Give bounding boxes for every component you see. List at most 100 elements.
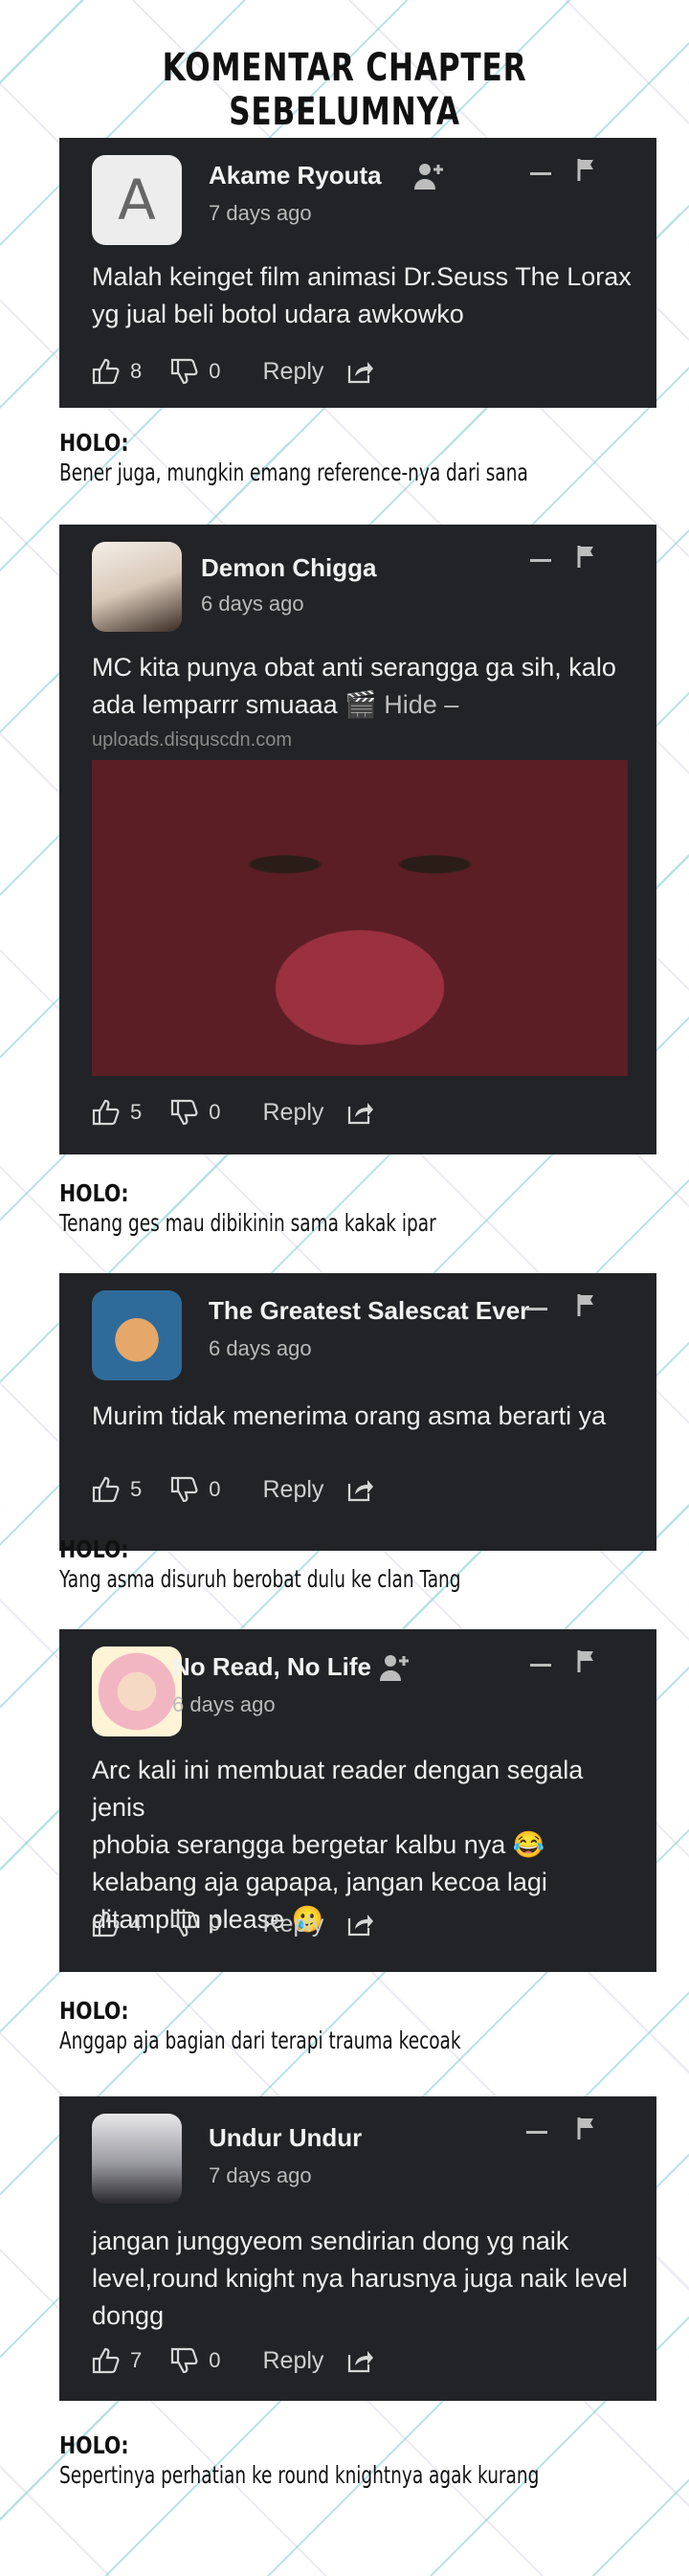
comment-line: MC kita punya obat anti serangga ga sih,…	[92, 653, 616, 682]
upvote-button[interactable]: 5	[92, 1476, 142, 1503]
holo-note: HOLO: Sepertinya perhatian ke round knig…	[59, 2431, 689, 2489]
comment-author[interactable]: The Greatest Salescat Ever	[209, 1296, 529, 1326]
upvote-button[interactable]: 5	[92, 1099, 142, 1126]
collapse-icon[interactable]	[530, 172, 551, 175]
flag-icon[interactable]	[576, 157, 597, 182]
comment-line: Arc kali ini membuat reader dengan segal…	[92, 1756, 584, 1822]
flag-icon[interactable]	[576, 544, 597, 569]
collapse-icon[interactable]	[530, 1664, 551, 1667]
collapse-icon[interactable]	[526, 2131, 547, 2134]
share-icon[interactable]	[346, 1099, 375, 1126]
avatar-letter: A	[118, 168, 156, 233]
comment-line: Murim tidak menerima orang asma berarti …	[92, 1401, 607, 1430]
comment-line: ada lemparrr smuaaa	[92, 690, 338, 719]
comment-timestamp[interactable]: 6 days ago	[209, 1336, 312, 1361]
comment-timestamp[interactable]: 7 days ago	[209, 2163, 312, 2188]
avatar[interactable]	[92, 1290, 182, 1380]
holo-note: HOLO: Anggap aja bagian dari terapi trau…	[59, 1997, 602, 2054]
thumbs-down-icon	[171, 1099, 198, 1126]
holo-text: Tenang ges mau dibikinin sama kakak ipar	[59, 1209, 436, 1237]
thumbs-down-icon	[171, 358, 198, 385]
reply-button[interactable]: Reply	[263, 1099, 324, 1127]
collapse-icon[interactable]	[530, 559, 551, 562]
comment-line: phobia serangga bergetar kalbu nya 😂	[92, 1830, 545, 1859]
holo-text: Sepertinya perhatian ke round knightnya …	[59, 2461, 540, 2489]
downvote-count: 0	[209, 1912, 221, 1936]
comment-line: Malah keinget film animasi Dr.Seuss The …	[92, 262, 632, 291]
upvote-count: 7	[130, 2348, 143, 2372]
upvote-button[interactable]: 4	[92, 1911, 142, 1938]
comment-timestamp[interactable]: 6 days ago	[201, 592, 304, 616]
reply-button[interactable]: Reply	[263, 358, 324, 386]
downvote-button[interactable]: 0	[170, 2347, 221, 2374]
collapse-icon[interactable]	[526, 1308, 547, 1310]
comment-actions: 4 0 Reply	[92, 1907, 375, 1941]
comment-line: dongg	[92, 2301, 165, 2330]
comment-line: level,round knight nya harusnya juga nai…	[92, 2264, 628, 2293]
downvote-count: 0	[209, 1477, 221, 1501]
holo-note: HOLO: Tenang ges mau dibikinin sama kaka…	[59, 1179, 568, 1237]
comment-actions: 7 0 Reply	[92, 2343, 375, 2378]
share-icon[interactable]	[346, 2347, 375, 2374]
comment-card: Undur Undur 7 days ago jangan junggyeom …	[59, 2096, 656, 2401]
comment-actions: 5 0 Reply	[92, 1472, 375, 1507]
reply-button[interactable]: Reply	[263, 1476, 324, 1504]
comment-card: A Akame Ryouta 7 days ago Malah keinget …	[59, 138, 656, 408]
holo-text: Anggap aja bagian dari terapi trauma kec…	[59, 2027, 461, 2054]
follow-user-icon[interactable]	[379, 1652, 411, 1683]
holo-label: HOLO:	[59, 1179, 129, 1207]
comment-text: jangan junggyeom sendirian dong yg naik …	[92, 2223, 637, 2335]
attached-image[interactable]	[92, 760, 628, 1076]
comment-card: Demon Chigga 6 days ago MC kita punya ob…	[59, 525, 656, 1154]
comment-actions: 8 0 Reply	[92, 354, 375, 389]
downvote-button[interactable]: 0	[170, 358, 221, 385]
reply-button[interactable]: Reply	[263, 2347, 324, 2375]
upvote-count: 8	[130, 359, 143, 383]
comment-author[interactable]: Demon Chigga	[201, 553, 376, 583]
avatar[interactable]	[92, 542, 182, 632]
comment-author[interactable]: No Read, No Life	[172, 1652, 371, 1682]
comment-text: Malah keinget film animasi Dr.Seuss The …	[92, 258, 637, 333]
page-title: KOMENTAR CHAPTER SEBELUMNYA	[162, 46, 527, 134]
comment-line-with-hide: ada lemparrr smuaaa 🎬 Hide –	[92, 686, 637, 724]
holo-note: HOLO: Yang asma disuruh berobat dulu ke …	[59, 1535, 602, 1593]
flag-icon[interactable]	[576, 2116, 597, 2140]
downvote-button[interactable]: 0	[170, 1099, 221, 1126]
thumbs-up-icon	[92, 1911, 120, 1938]
clapperboard-icon: 🎬	[344, 690, 377, 719]
holo-text: Bener juga, mungkin emang reference-nya …	[59, 459, 528, 486]
downvote-count: 0	[209, 2348, 221, 2372]
comment-author[interactable]: Akame Ryouta	[209, 161, 382, 190]
upvote-count: 5	[130, 1100, 143, 1124]
share-icon[interactable]	[346, 358, 375, 385]
thumbs-up-icon	[92, 1476, 120, 1503]
downvote-button[interactable]: 0	[170, 1911, 221, 1938]
comment-timestamp[interactable]: 6 days ago	[172, 1692, 276, 1717]
holo-label: HOLO:	[59, 2431, 129, 2459]
comment-text: Murim tidak menerima orang asma berarti …	[92, 1398, 637, 1435]
hide-media-link[interactable]: Hide –	[384, 690, 458, 719]
comment-author[interactable]: Undur Undur	[209, 2123, 362, 2153]
holo-label: HOLO:	[59, 1535, 129, 1563]
upvote-button[interactable]: 8	[92, 358, 142, 385]
comment-timestamp[interactable]: 7 days ago	[209, 201, 312, 226]
thumbs-up-icon	[92, 358, 120, 385]
follow-user-icon[interactable]	[413, 161, 446, 191]
avatar[interactable]	[92, 1646, 182, 1736]
comment-card: No Read, No Life 6 days ago Arc kali ini…	[59, 1629, 656, 1972]
avatar[interactable]: A	[92, 155, 182, 245]
flag-icon[interactable]	[576, 1648, 597, 1673]
comment-line: yg jual beli botol udara awkowko	[92, 300, 464, 328]
upvote-button[interactable]: 7	[92, 2347, 142, 2374]
share-icon[interactable]	[346, 1911, 375, 1938]
upload-domain[interactable]: uploads.disquscdn.com	[92, 729, 292, 751]
holo-text: Yang asma disuruh berobat dulu ke clan T…	[59, 1565, 461, 1593]
share-icon[interactable]	[346, 1476, 375, 1503]
reply-button[interactable]: Reply	[263, 1911, 324, 1938]
thumbs-down-icon	[171, 1476, 198, 1503]
flag-icon[interactable]	[576, 1292, 597, 1317]
avatar[interactable]	[92, 2114, 182, 2204]
holo-label: HOLO:	[59, 429, 129, 457]
comment-line: kelabang aja gapapa, jangan kecoa lagi	[92, 1868, 547, 1896]
downvote-button[interactable]: 0	[170, 1476, 221, 1503]
